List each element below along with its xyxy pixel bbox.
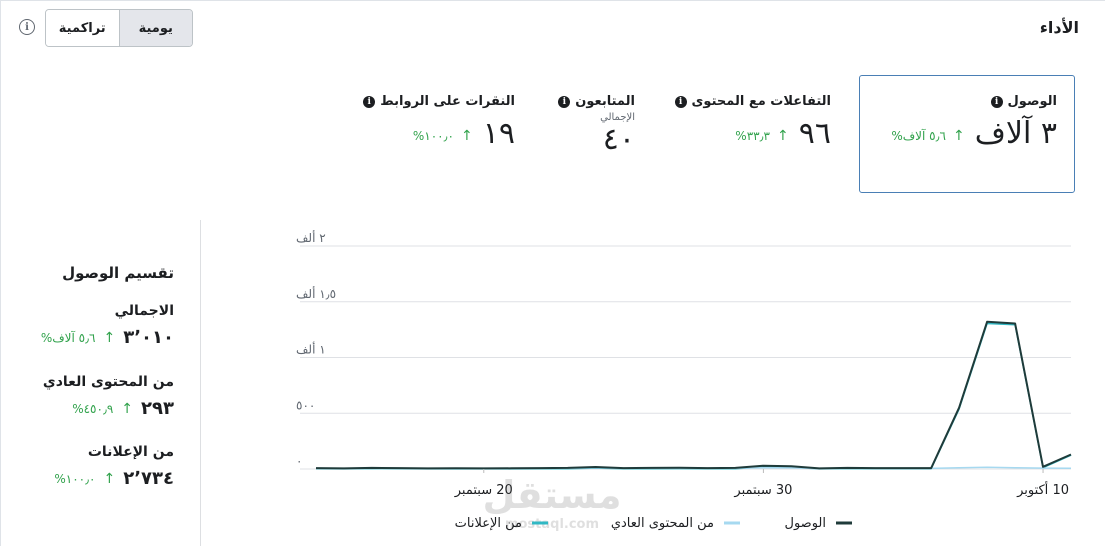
daily-button[interactable]: يومية — [118, 10, 192, 46]
cumulative-button[interactable]: تراكمية — [46, 10, 119, 46]
breakdown-organic: من المحتوى العادي ٢٩٣ ↑ ٤٥٠٫٩% — [43, 374, 174, 419]
breakdown-value: ٢٩٣ — [141, 398, 174, 419]
metric-value: ٣ آلاف — [974, 116, 1057, 151]
metric-change: ٥٫٦ آلاف% — [891, 128, 946, 143]
breakdown-value: ٢٬٧٣٤ — [123, 468, 174, 489]
metric-label: الوصول — [1007, 94, 1057, 109]
arrow-up-icon: ↑ — [953, 127, 965, 144]
arrow-up-icon: ↑ — [461, 127, 473, 144]
arrow-up-icon: ↑ — [103, 470, 116, 487]
info-icon[interactable]: i — [19, 19, 35, 35]
breakdown-title: تقسيم الوصول — [62, 264, 174, 282]
arrow-up-icon: ↑ — [121, 400, 134, 417]
info-icon[interactable]: i — [674, 95, 687, 108]
metric-label: النقرات على الروابط — [380, 94, 515, 109]
arrow-up-icon: ↑ — [103, 329, 116, 346]
breakdown-value: ٣٬٠١٠ — [123, 327, 174, 348]
info-icon[interactable]: i — [558, 95, 571, 108]
metric-link-clicks: النقرات على الروابط i ١٩ ↑ ١٠٠٫٠% — [363, 94, 515, 149]
breakdown-change: ٥٫٦ آلاف% — [40, 330, 96, 345]
breakdown-change: ١٠٠٫٠% — [54, 471, 96, 486]
arrow-up-icon: ↑ — [777, 127, 789, 144]
breakdown-label: من الإعلانات — [87, 444, 174, 460]
metric-label: التفاعلات مع المحتوى — [691, 94, 831, 109]
breakdown-total: الاجمالي ٣٬٠١٠ ↑ ٥٫٦ آلاف% — [41, 303, 174, 348]
view-toggle: تراكمية يومية — [45, 9, 193, 47]
divider — [200, 220, 201, 546]
metric-change: ٣٣٫٣% — [735, 128, 770, 143]
metric-label: المتابعون — [575, 94, 635, 109]
metric-value: ٩٦ — [798, 116, 831, 151]
metric-value: ٤٠ — [602, 122, 635, 157]
metric-change: ١٠٠٫٠% — [412, 128, 454, 143]
metric-reach: الوصول i ٣ آلاف ↑ ٥٫٦ آلاف% — [891, 94, 1057, 149]
metric-followers: المتابعون i الإجمالي ٤٠ — [558, 94, 635, 155]
metric-value: ١٩ — [482, 116, 515, 151]
breakdown-label: من المحتوى العادي — [42, 374, 174, 390]
breakdown-change: ٤٥٠٫٩% — [72, 401, 114, 416]
metric-engagement: التفاعلات مع المحتوى i ٩٦ ↑ ٣٣٫٣% — [674, 94, 831, 151]
breakdown-label: الاجمالي — [114, 303, 174, 319]
page-title: الأداء — [1039, 18, 1079, 37]
info-icon[interactable]: i — [363, 95, 376, 108]
breakdown-ads: من الإعلانات ٢٬٧٣٤ ↑ ١٠٠٫٠% — [54, 444, 174, 489]
info-icon[interactable]: i — [990, 95, 1003, 108]
